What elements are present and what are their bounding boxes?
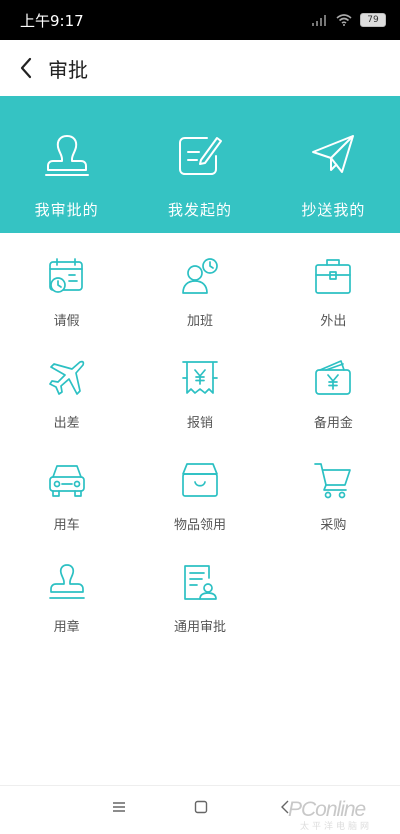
status-time: 上午9:17: [20, 11, 84, 30]
chevron-left-icon: [20, 57, 32, 79]
edit-form-icon: [178, 137, 222, 175]
grid-item-vehicle[interactable]: 用车: [0, 450, 133, 552]
back-button[interactable]: [4, 40, 48, 96]
menu-icon[interactable]: [112, 800, 126, 814]
grid-item-label: 出差: [53, 416, 80, 431]
box-icon: [182, 463, 218, 497]
page-title: 审批: [48, 57, 88, 82]
tab-my-initiated[interactable]: 我发起的: [133, 96, 266, 233]
approval-type-grid: 请假 加班 外出 出差 报销 备用金 用车 物品领用 采购 用章 通用审批: [0, 246, 400, 654]
title-bar: 审批: [0, 40, 400, 96]
tab-label: 我发起的: [167, 201, 232, 219]
person-clock-icon: [182, 258, 218, 294]
grid-item-label: 加班: [186, 314, 213, 329]
grid-item-label: 物品领用: [173, 518, 226, 533]
grid-item-leave[interactable]: 请假: [0, 246, 133, 348]
tab-cc-to-me[interactable]: 抄送我的: [267, 96, 400, 233]
grid-item-purchase[interactable]: 采购: [267, 450, 400, 552]
grid-item-item-requisition[interactable]: 物品领用: [133, 450, 266, 552]
grid-item-label: 外出: [320, 314, 347, 329]
grid-item-label: 用章: [53, 620, 80, 635]
grid-item-label: 请假: [53, 314, 80, 329]
grid-item-overtime[interactable]: 加班: [133, 246, 266, 348]
watermark-subtitle: 太平洋电脑网: [300, 822, 373, 832]
grid-item-reimbursement[interactable]: 报销: [133, 348, 266, 450]
grid-item-business-trip[interactable]: 出差: [0, 348, 133, 450]
document-person-icon: [184, 565, 217, 600]
battery-icon: 79: [360, 13, 386, 27]
calendar-clock-icon: [48, 258, 83, 293]
grid-item-label: 通用审批: [173, 620, 226, 635]
home-icon[interactable]: [194, 800, 208, 814]
seal-icon: [48, 564, 85, 599]
tab-label: 我审批的: [34, 201, 99, 219]
status-bar: 上午9:17 79: [0, 0, 400, 40]
grid-item-petty-cash[interactable]: 备用金: [267, 348, 400, 450]
wallet-yuan-icon: [315, 360, 352, 395]
grid-item-general-approval[interactable]: 通用审批: [133, 552, 266, 654]
grid-item-label: 报销: [186, 416, 213, 431]
tab-my-approvals[interactable]: 我审批的: [0, 96, 133, 233]
tab-label: 抄送我的: [301, 201, 366, 219]
stamp-icon: [44, 135, 89, 176]
briefcase-icon: [315, 259, 352, 294]
wifi-icon: [336, 14, 352, 26]
grid-item-outing[interactable]: 外出: [267, 246, 400, 348]
grid-item-label: 备用金: [313, 416, 353, 431]
receipt-yuan-icon: [182, 361, 218, 394]
car-icon: [48, 465, 85, 497]
airplane-icon: [48, 360, 84, 395]
grid-item-seal-usage[interactable]: 用章: [0, 552, 133, 654]
signal-icon: [312, 15, 326, 26]
shopping-cart-icon: [314, 463, 352, 499]
paper-plane-icon: [312, 135, 355, 173]
approval-tabs: 我审批的 我发起的 抄送我的: [0, 96, 400, 233]
grid-item-label: 用车: [53, 518, 80, 533]
grid-item-label: 采购: [320, 518, 347, 533]
status-icons: 79: [312, 13, 386, 27]
